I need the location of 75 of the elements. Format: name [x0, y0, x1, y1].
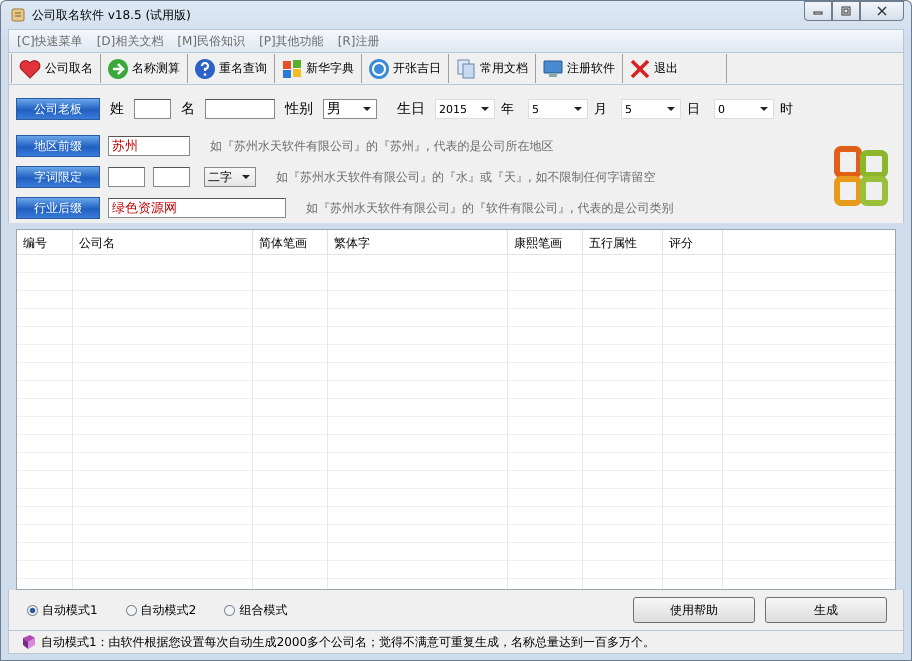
column-header[interactable]: 评分	[663, 230, 723, 254]
surname-input[interactable]	[134, 99, 171, 119]
action-button[interactable]: 使用帮助	[633, 597, 755, 623]
menu-item[interactable]: [P]其他功能	[259, 32, 324, 50]
hint-text: 如『苏州水天软件有限公司』的『水』或『天』, 如不限制任何字请留空	[276, 168, 656, 186]
mode-radio[interactable]: 组合模式	[224, 602, 288, 618]
date-unit-label: 日	[687, 101, 700, 118]
date-dropdown[interactable]: 0	[714, 99, 774, 119]
region-button[interactable]: 地区前缀	[16, 135, 100, 157]
caret-icon	[574, 106, 582, 112]
heart-icon	[18, 58, 42, 80]
maximize-button[interactable]	[832, 1, 860, 21]
caret-icon	[667, 106, 675, 112]
menu-item[interactable]: [M]民俗知识	[177, 32, 246, 50]
industry-button[interactable]: 行业后缀	[16, 197, 100, 219]
arrow-right-icon	[107, 58, 129, 80]
menu-item[interactable]: [R]注册	[338, 32, 380, 50]
date-dropdown[interactable]: 2015	[435, 99, 495, 119]
maximize-icon	[841, 6, 851, 16]
minimize-button[interactable]	[804, 1, 832, 21]
gender-dropdown[interactable]: 男	[323, 99, 377, 119]
toolbar-button[interactable]: 常用文档	[448, 54, 535, 83]
windows-logo-icon	[281, 58, 303, 80]
given-name-label: 名	[181, 100, 195, 118]
toolbar-button[interactable]: 名称测算	[100, 54, 187, 83]
birthday-label: 生日	[397, 100, 425, 118]
column-header[interactable]: 繁体字	[328, 230, 508, 254]
mode-radio[interactable]: 自动模式1	[27, 602, 98, 618]
close-icon	[876, 6, 888, 16]
chars-button[interactable]: 字词限定	[16, 166, 100, 188]
hint-text: 如『苏州水天软件有限公司』的『苏州』, 代表的是公司所在地区	[210, 138, 554, 154]
toolbar-button[interactable]: 退出	[622, 54, 727, 83]
industry-input[interactable]: 绿色资源网	[108, 198, 286, 218]
documents-icon	[455, 58, 477, 80]
help-icon	[194, 58, 216, 80]
menu-item[interactable]: [D]相关文档	[96, 32, 164, 50]
toolbar-button[interactable]: 公司取名	[11, 54, 100, 83]
date-dropdown[interactable]: 5	[621, 99, 681, 119]
column-header[interactable]: 康熙笔画	[508, 230, 583, 254]
date-unit-label: 年	[501, 101, 514, 118]
column-header[interactable]: 公司名	[73, 230, 253, 254]
caret-icon	[481, 106, 489, 112]
column-header[interactable]: 五行属性	[583, 230, 663, 254]
owner-button[interactable]: 公司老板	[16, 98, 100, 120]
mode-radio[interactable]: 自动模式2	[126, 602, 196, 618]
date-unit-label: 时	[780, 101, 793, 118]
scroll-icon	[10, 7, 26, 23]
office-logo-icon	[833, 145, 891, 209]
window-title: 公司取名软件 v18.5 (试用版)	[32, 6, 191, 24]
surname-label: 姓	[110, 100, 124, 118]
given-name-input[interactable]	[205, 99, 275, 119]
book-icon	[21, 634, 37, 650]
menu-item[interactable]: [C]快速菜单	[17, 32, 83, 50]
toolbar-button[interactable]: 新华字典	[274, 54, 361, 83]
region-input[interactable]: 苏州	[108, 136, 190, 156]
char-count-dropdown[interactable]: 二字	[204, 167, 256, 187]
caret-icon	[363, 106, 371, 112]
caret-icon	[242, 174, 250, 180]
monitor-icon	[542, 58, 564, 80]
column-header[interactable]: 编号	[17, 230, 73, 254]
date-dropdown[interactable]: 5	[528, 99, 588, 119]
action-button[interactable]: 生成	[765, 597, 887, 623]
date-unit-label: 月	[594, 101, 607, 118]
toolbar-button[interactable]: 重名查询	[187, 54, 274, 83]
column-header[interactable]: 简体笔画	[253, 230, 328, 254]
hint-text: 如『苏州水天软件有限公司』的『软件有限公司』, 代表的是公司类别	[306, 200, 674, 216]
gender-label: 性别	[285, 100, 313, 118]
char-input[interactable]	[108, 167, 145, 187]
toolbar-button[interactable]: 开张吉日	[361, 54, 448, 83]
status-text: 自动模式1：由软件根据您设置每次自动生成2000多个公司名；觉得不满意可重复生成，名称总量达到一百多万个。	[41, 634, 656, 650]
close-button[interactable]	[860, 1, 904, 21]
char-input[interactable]	[153, 167, 190, 187]
caret-icon	[760, 106, 768, 112]
close-icon	[629, 58, 651, 80]
toolbar-button[interactable]: 注册软件	[535, 54, 622, 83]
